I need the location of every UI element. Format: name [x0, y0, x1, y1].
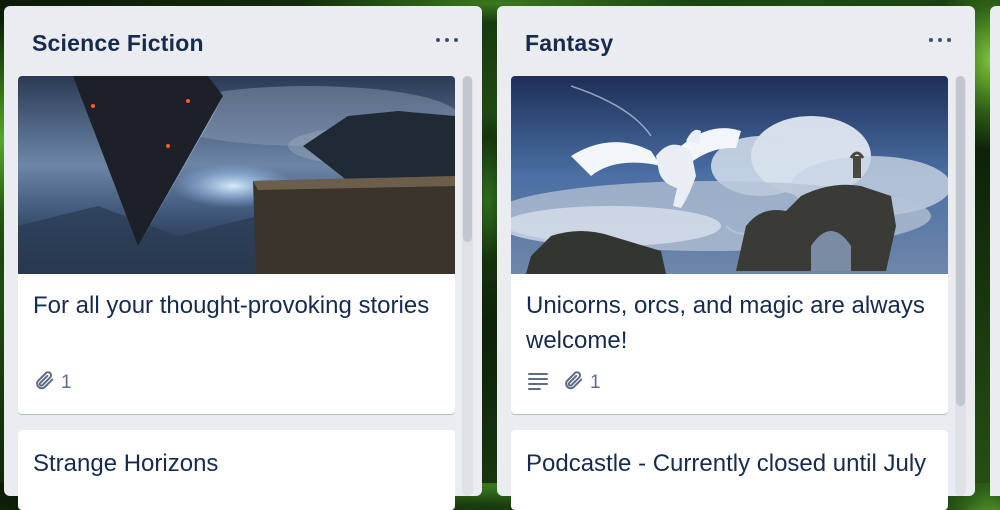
list-title[interactable]: Fantasy — [525, 30, 613, 57]
list-fantasy: Fantasy Unicorns, orcs, and magic are al… — [497, 6, 975, 510]
scrollbar-thumb[interactable] — [463, 76, 472, 242]
next-list-edge — [990, 6, 1000, 496]
card-title: For all your thought-provoking stories — [33, 292, 430, 319]
description-badge — [526, 369, 550, 397]
card[interactable]: Strange Horizons — [18, 430, 455, 510]
card-title: Unicorns, orcs, and magic are always wel… — [526, 292, 925, 354]
card[interactable]: Podcastle - Currently closed until July — [511, 430, 948, 510]
card-cover-image — [511, 76, 948, 274]
list-science-fiction: Science Fiction For all your thought-pro… — [4, 6, 482, 510]
card[interactable]: For all your thought-provoking stories 1 — [18, 76, 455, 414]
scrollbar-thumb[interactable] — [956, 76, 965, 406]
card-title: Strange Horizons — [33, 450, 219, 477]
card-badges: 1 — [33, 370, 72, 396]
attachments-badge: 1 — [33, 369, 72, 397]
list-header: Science Fiction — [4, 6, 482, 76]
attachments-count: 1 — [590, 372, 601, 393]
more-horizontal-icon[interactable] — [925, 28, 955, 52]
list-header: Fantasy — [497, 6, 975, 76]
paperclip-icon — [562, 369, 584, 397]
more-horizontal-icon[interactable] — [432, 28, 462, 52]
list-scrollbar[interactable] — [955, 76, 966, 496]
card-cover-image — [18, 76, 455, 274]
card-title: Podcastle - Currently closed until July — [526, 450, 927, 477]
list-title[interactable]: Science Fiction — [32, 30, 204, 57]
attachments-badge: 1 — [562, 369, 601, 397]
attachments-count: 1 — [61, 372, 72, 393]
card[interactable]: Unicorns, orcs, and magic are always wel… — [511, 76, 948, 414]
paperclip-icon — [33, 369, 55, 397]
list-scrollbar[interactable] — [462, 76, 473, 496]
card-badges: 1 — [526, 370, 601, 396]
description-icon — [526, 369, 550, 397]
